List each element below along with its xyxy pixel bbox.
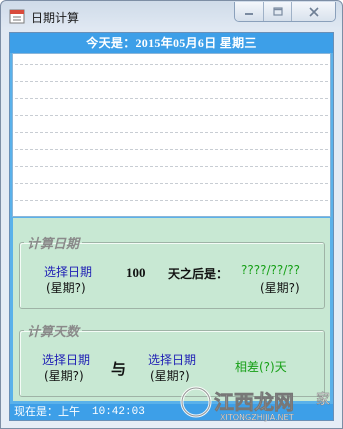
history-list[interactable] [12,53,331,217]
calc-days-legend: 计算天数 [27,324,80,339]
calc-date-group: 计算日期 选择日期 (星期?) 100 天之后是： ????/??/?? (星期… [19,233,325,309]
result-date: ????/??/?? [241,263,301,277]
clock-time: 10:42:03 [92,406,145,418]
close-button[interactable] [291,2,335,21]
watermark-logo: 江西龙网 家 XITONGZHIJIA.NET [176,382,336,422]
select-date-2-link[interactable]: 选择日期 [148,351,196,368]
start-weekday: (星期?) [46,281,86,295]
close-icon [308,6,319,17]
select-date-1-link[interactable]: 选择日期 [42,351,90,368]
calendar-icon [9,9,25,24]
minimize-button[interactable] [235,2,263,21]
list-row [15,98,328,99]
watermark-corner: 家 [316,391,330,408]
days-input[interactable]: 100 [126,265,146,281]
watermark-subtext: XITONGZHIJIA.NET [220,413,294,422]
after-label: 天之后是： [168,267,229,281]
calc-panel: 计算日期 选择日期 (星期?) 100 天之后是： ????/??/?? (星期… [13,218,330,401]
list-row [15,115,328,116]
today-banner: 今天是：2015年05月6日 星期三 [10,33,333,53]
calc-date-legend: 计算日期 [27,236,80,251]
now-label: 现在是：上午 [14,405,80,418]
list-row [15,200,328,201]
weekday-1: (星期?) [44,369,84,383]
and-label: 与 [111,362,127,378]
window-title: 日期计算 [31,11,80,25]
diff-result: 相差(?)天 [235,360,287,374]
list-row [15,183,328,184]
maximize-button[interactable] [263,2,291,21]
list-row [15,149,328,150]
list-row [15,166,328,167]
list-row [15,81,328,82]
minimize-icon [245,12,253,15]
app-window: 日期计算 今天是：2015年05月6日 星期三 计算日期 选择日期 (星期?) … [0,0,343,429]
title-bar[interactable]: 日期计算 [1,1,342,31]
watermark-text: 江西龙网 [214,390,294,414]
result-weekday: (星期?) [260,281,300,295]
client-area: 今天是：2015年05月6日 星期三 计算日期 选择日期 (星期?) 100 天… [9,32,334,421]
select-date-link[interactable]: 选择日期 [44,263,92,280]
window-controls [234,2,336,22]
list-row [15,132,328,133]
list-row [15,64,328,65]
maximize-icon [272,7,283,16]
